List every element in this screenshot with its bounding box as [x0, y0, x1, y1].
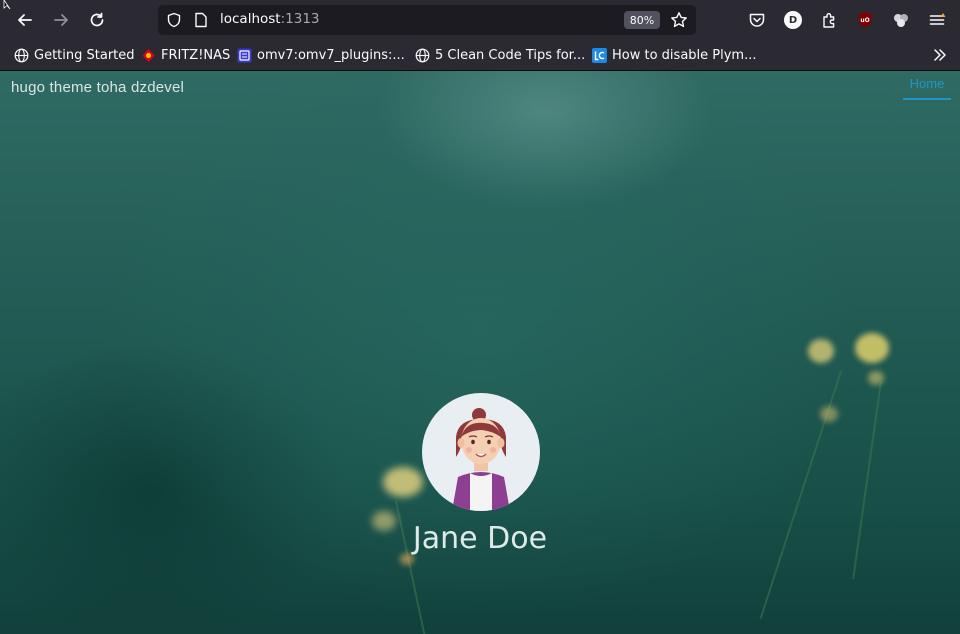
bookmark-fritznas[interactable]: FRITZ!NAS: [141, 46, 230, 65]
bookmark-getting-started[interactable]: Getting Started: [14, 46, 135, 65]
site-title-link[interactable]: hugo theme toha dzdevel: [11, 79, 184, 96]
globe-icon: [14, 48, 29, 63]
bookmark-label: How to disable Plym...: [612, 48, 757, 63]
ublock-button[interactable]: uO: [851, 6, 879, 34]
bookmark-clean-code-tips[interactable]: 5 Clean Code Tips for...: [415, 46, 585, 65]
ublock-origin-icon: uO: [858, 12, 872, 28]
profile-initial: D: [788, 14, 798, 26]
shield-icon[interactable]: [166, 12, 182, 28]
arrow-right-icon: [54, 14, 68, 26]
globe-icon: [415, 48, 430, 63]
page-hero: hugo theme toha dzdevel Home Jane Doe: [0, 71, 960, 634]
author-name: Jane Doe: [412, 521, 548, 556]
url-port: :1313: [280, 11, 320, 27]
svg-text:uO: uO: [860, 17, 869, 24]
nav-home-link[interactable]: Home: [903, 76, 951, 100]
lc-icon: [592, 48, 607, 63]
bookmarks-toolbar: Getting Started FRITZ!NAS omv7:omv7_plug…: [0, 40, 960, 71]
zoom-level-button[interactable]: 80%: [624, 11, 660, 29]
author-avatar: [422, 393, 540, 511]
pocket-button[interactable]: [743, 6, 771, 34]
bookmark-label: Getting Started: [34, 48, 135, 63]
bookmark-disable-plymouth[interactable]: How to disable Plym...: [592, 46, 756, 65]
multi-account-button[interactable]: [887, 6, 915, 34]
omv-icon: [237, 48, 252, 63]
back-button[interactable]: [11, 6, 39, 34]
page-info-icon[interactable]: [194, 12, 208, 28]
arrow-left-icon: [18, 14, 32, 26]
bookmark-label: 5 Clean Code Tips for...: [435, 48, 586, 63]
url-bar[interactable]: localhost:1313 80%: [158, 5, 696, 35]
fritz-icon: [141, 48, 156, 63]
hamburger-menu-icon: [929, 13, 946, 25]
reload-button[interactable]: [83, 6, 111, 34]
extension-blob-icon: [894, 14, 908, 27]
app-menu-button[interactable]: [923, 6, 951, 34]
extensions-button[interactable]: [815, 6, 843, 34]
chevron-double-right-icon[interactable]: [932, 47, 948, 63]
reload-icon: [90, 12, 104, 27]
pocket-icon: [749, 13, 765, 27]
profile-avatar: D: [784, 11, 802, 29]
browser-toolbar: localhost:1313 80% D uO: [0, 0, 960, 40]
url-host: localhost: [220, 11, 281, 27]
bookmark-star-icon[interactable]: [670, 11, 688, 29]
account-button[interactable]: D: [779, 6, 807, 34]
bookmark-label: omv7:omv7_plugins:...: [257, 48, 405, 63]
mouse-cursor-icon: [3, 0, 11, 10]
avatar-illustration: [452, 408, 510, 511]
forward-button[interactable]: [47, 6, 75, 34]
bookmark-label: FRITZ!NAS: [161, 48, 231, 63]
puzzle-icon: [823, 13, 835, 28]
url-text[interactable]: localhost:1313: [220, 11, 320, 27]
bookmark-omv7-plugins[interactable]: omv7:omv7_plugins:...: [237, 46, 405, 65]
